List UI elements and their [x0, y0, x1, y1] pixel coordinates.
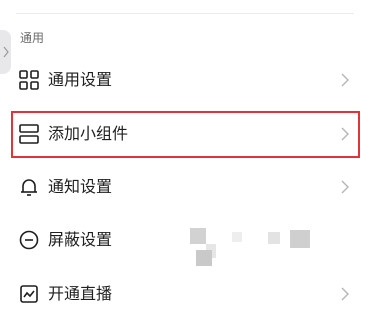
top-divider: [16, 13, 354, 14]
live-icon: [18, 283, 40, 305]
settings-row-block[interactable]: 屏蔽设置: [0, 214, 376, 266]
settings-row-live[interactable]: 开通直播: [0, 268, 376, 320]
settings-row-label: 屏蔽设置: [48, 230, 113, 249]
chevron-right-icon: [340, 180, 350, 194]
grid-icon: [18, 69, 40, 91]
settings-row-notifications[interactable]: 通知设置: [0, 161, 376, 213]
chevron-right-icon: [340, 73, 350, 87]
settings-row-label: 开通直播: [48, 284, 113, 303]
highlight-box: [11, 111, 360, 158]
chevron-right-icon: [340, 287, 350, 301]
section-title: 通用: [20, 31, 45, 45]
settings-row-label: 通知设置: [48, 177, 113, 196]
settings-row-label: 通用设置: [48, 70, 113, 89]
bell-icon: [18, 176, 40, 198]
block-icon: [18, 229, 40, 251]
settings-row-general[interactable]: 通用设置: [0, 54, 376, 106]
